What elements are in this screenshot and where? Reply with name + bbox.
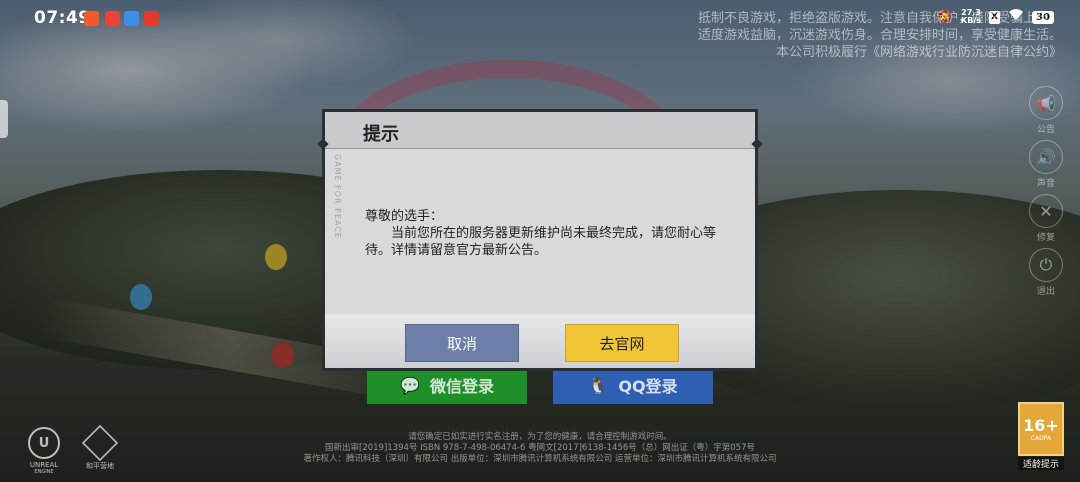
notice-line: 本公司积极履行《网络游戏行业防沉迷自律公约》	[775, 45, 1062, 60]
side-menu-label: 修复	[1036, 233, 1055, 243]
dialog-title: 提示	[363, 124, 399, 145]
footer-line: 请您确定已如实进行实名注册，为了您的健康，请合理控制游戏时间。	[408, 432, 672, 442]
side-menu-repair[interactable]: ✕ 修复	[1026, 194, 1066, 248]
unreal-engine-logo: U UNREAL ENGINE	[24, 427, 64, 475]
age-rating-label: 适龄提示	[1018, 457, 1064, 470]
dialog-message-text: 当前您所在的服务器更新维护尚未最终完成，请您耐心等待。详情请留意官方最新公告。	[365, 226, 717, 258]
wechat-login-button[interactable]: 💬 微信登录	[367, 366, 527, 404]
side-menu-sound[interactable]: 🔊 声音	[1026, 140, 1066, 194]
megaphone-icon: 📢	[1029, 86, 1063, 120]
notification-app-icon	[144, 11, 159, 26]
gp-camp-logo-text: 和平营地	[86, 462, 114, 470]
dialog-footer: 取消 去官网	[325, 314, 755, 368]
side-menu-exit[interactable]: ⏻ 退出	[1026, 248, 1066, 302]
footer-line: 国新出审[2019]1394号 ISBN 978-7-498-06474-6 粤…	[325, 443, 755, 453]
wechat-icon: 💬	[400, 375, 420, 395]
clock: 07:49	[34, 8, 91, 28]
notification-app-icon	[124, 11, 139, 26]
notification-app-icon	[84, 11, 99, 26]
power-icon: ⏻	[1029, 248, 1063, 282]
side-menu-label: 退出	[1036, 287, 1055, 297]
unreal-logo-subtext: ENGINE	[34, 469, 54, 475]
go-official-site-button[interactable]: 去官网	[565, 324, 679, 362]
left-edge-handle[interactable]	[0, 100, 8, 138]
cancel-button[interactable]: 取消	[405, 324, 519, 362]
dialog-watermark: GAME FOR PEACE	[333, 154, 342, 240]
side-menu-label: 公告	[1036, 125, 1055, 135]
anti-addiction-notice: 抵制不良游戏，拒绝盗版游戏。注意自我保护，谨防受骗上当。 适度游戏益脑，沉迷游戏…	[642, 10, 1062, 61]
speaker-icon: 🔊	[1029, 140, 1063, 174]
gp-camp-logo-icon	[81, 424, 119, 462]
dialog-message: 尊敬的选手： 当前您所在的服务器更新维护尚未最终完成，请您耐心等待。详情请留意官…	[365, 208, 725, 259]
age-rating-value: 16+	[1023, 416, 1059, 435]
legal-footer: 请您确定已如实进行实名注册，为了您的健康，请合理控制游戏时间。 国新出审[201…	[240, 432, 840, 465]
notification-app-icon	[105, 11, 120, 26]
footer-line: 著作权人：腾讯科技（深圳）有限公司 出版单位：深圳市腾讯计算机系统有限公司 运营…	[303, 454, 777, 464]
age-rating-icon: 16+ CADPA	[1018, 402, 1064, 456]
notice-line: 适度游戏益脑，沉迷游戏伤身。合理安排时间，享受健康生活。	[697, 28, 1062, 43]
side-menu: 📢 公告 🔊 声音 ✕ 修复 ⏻ 退出	[1026, 86, 1066, 302]
notice-line: 抵制不良游戏，拒绝盗版游戏。注意自我保护，谨防受骗上当。	[697, 11, 1062, 26]
qq-login-label: QQ登录	[618, 377, 678, 396]
dialog-greeting: 尊敬的选手：	[365, 209, 444, 224]
maintenance-dialog: 提示 GAME FOR PEACE 尊敬的选手： 当前您所在的服务器更新维护尚未…	[317, 109, 763, 371]
unreal-logo-icon: U	[28, 427, 60, 459]
unreal-logo-text: UNREAL	[29, 461, 59, 469]
dialog-header: 提示	[325, 112, 755, 149]
qq-login-button[interactable]: 🐧 QQ登录	[553, 366, 713, 404]
age-rating-badge[interactable]: 16+ CADPA 适龄提示	[1018, 402, 1064, 470]
wechat-login-label: 微信登录	[429, 377, 494, 396]
side-menu-label: 声音	[1036, 179, 1055, 189]
side-menu-announcement[interactable]: 📢 公告	[1026, 86, 1066, 140]
repair-icon: ✕	[1029, 194, 1063, 228]
qq-icon: 🐧	[588, 375, 609, 395]
age-rating-sub: CADPA	[1030, 435, 1052, 442]
gp-camp-logo: 和平营地	[78, 424, 122, 471]
